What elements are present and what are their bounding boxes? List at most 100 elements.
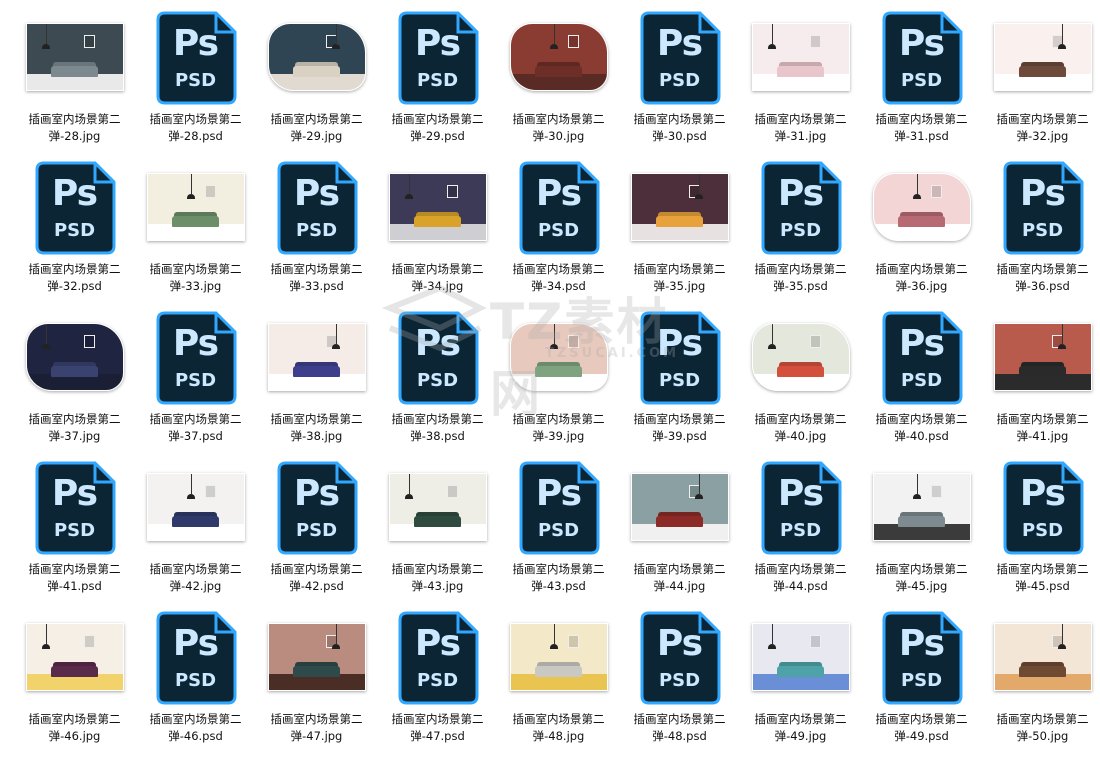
file-item[interactable]: 插画室内场景第二弹-30.jpg [498, 6, 619, 156]
file-item[interactable]: Ps PSD 插画室内场景第二弹-41.psd [14, 456, 135, 606]
file-thumbnail[interactable] [256, 306, 377, 408]
file-item[interactable]: Ps PSD 插画室内场景第二弹-35.psd [740, 156, 861, 306]
file-thumbnail[interactable] [861, 156, 982, 258]
file-item[interactable]: 插画室内场景第二弹-39.jpg [498, 306, 619, 456]
file-item[interactable]: Ps PSD 插画室内场景第二弹-37.psd [135, 306, 256, 456]
preview-lamp-cord [916, 474, 918, 494]
file-item[interactable]: 插画室内场景第二弹-50.jpg [982, 606, 1100, 756]
file-thumbnail[interactable]: Ps PSD [619, 606, 740, 708]
file-thumbnail[interactable]: Ps PSD [619, 306, 740, 408]
file-name: 插画室内场景第二弹-29.psd [391, 112, 484, 143]
file-thumbnail[interactable] [256, 606, 377, 708]
file-item[interactable]: Ps PSD 插画室内场景第二弹-31.psd [861, 6, 982, 156]
file-thumbnail[interactable]: Ps PSD [861, 606, 982, 708]
file-item[interactable]: Ps PSD 插画室内场景第二弹-49.psd [861, 606, 982, 756]
file-item[interactable]: 插画室内场景第二弹-42.jpg [135, 456, 256, 606]
file-thumbnail[interactable] [619, 456, 740, 558]
file-thumbnail[interactable] [135, 456, 256, 558]
file-item[interactable]: Ps PSD 插画室内场景第二弹-30.psd [619, 6, 740, 156]
file-item[interactable]: 插画室内场景第二弹-40.jpg [740, 306, 861, 456]
file-item[interactable]: 插画室内场景第二弹-36.jpg [861, 156, 982, 306]
file-thumbnail[interactable] [256, 6, 377, 108]
preview-lamp-cord [698, 474, 700, 494]
file-thumbnail[interactable] [740, 6, 861, 108]
file-thumbnail[interactable]: Ps PSD [498, 456, 619, 558]
file-thumbnail[interactable]: Ps PSD [982, 156, 1100, 258]
file-item[interactable]: Ps PSD 插画室内场景第二弹-29.psd [377, 6, 498, 156]
file-item[interactable]: Ps PSD 插画室内场景第二弹-34.psd [498, 156, 619, 306]
file-thumbnail[interactable]: Ps PSD [861, 306, 982, 408]
file-thumbnail[interactable]: Ps PSD [740, 156, 861, 258]
file-thumbnail[interactable]: Ps PSD [377, 306, 498, 408]
file-item[interactable]: 插画室内场景第二弹-29.jpg [256, 6, 377, 156]
jpg-preview-image [993, 23, 1092, 91]
jpg-preview-image [509, 23, 608, 91]
file-item[interactable]: Ps PSD 插画室内场景第二弹-32.psd [14, 156, 135, 306]
file-item[interactable]: 插画室内场景第二弹-32.jpg [982, 6, 1100, 156]
file-item[interactable]: Ps PSD 插画室内场景第二弹-47.psd [377, 606, 498, 756]
file-thumbnail[interactable]: Ps PSD [14, 456, 135, 558]
file-item[interactable]: 插画室内场景第二弹-46.jpg [14, 606, 135, 756]
file-item[interactable]: Ps PSD 插画室内场景第二弹-46.psd [135, 606, 256, 756]
file-item[interactable]: Ps PSD 插画室内场景第二弹-33.psd [256, 156, 377, 306]
file-thumbnail[interactable] [740, 306, 861, 408]
file-thumbnail[interactable] [498, 306, 619, 408]
file-item[interactable]: Ps PSD 插画室内场景第二弹-38.psd [377, 306, 498, 456]
file-item[interactable]: 插画室内场景第二弹-31.jpg [740, 6, 861, 156]
file-item[interactable]: 插画室内场景第二弹-49.jpg [740, 606, 861, 756]
file-thumbnail[interactable] [14, 306, 135, 408]
file-item[interactable]: 插画室内场景第二弹-37.jpg [14, 306, 135, 456]
file-thumbnail[interactable] [498, 606, 619, 708]
file-thumbnail[interactable]: Ps PSD [135, 306, 256, 408]
file-thumbnail[interactable]: Ps PSD [740, 456, 861, 558]
preview-lamp-cord [408, 174, 410, 194]
file-thumbnail[interactable]: Ps PSD [982, 456, 1100, 558]
file-thumbnail[interactable] [377, 456, 498, 558]
file-thumbnail[interactable]: Ps PSD [619, 6, 740, 108]
file-thumbnail[interactable]: Ps PSD [256, 456, 377, 558]
file-thumbnail[interactable] [982, 6, 1100, 108]
file-thumbnail[interactable]: Ps PSD [256, 156, 377, 258]
file-item[interactable]: 插画室内场景第二弹-44.jpg [619, 456, 740, 606]
file-item[interactable]: 插画室内场景第二弹-48.jpg [498, 606, 619, 756]
file-item[interactable]: 插画室内场景第二弹-33.jpg [135, 156, 256, 306]
file-thumbnail[interactable] [14, 6, 135, 108]
file-item[interactable]: Ps PSD 插画室内场景第二弹-39.psd [619, 306, 740, 456]
file-thumbnail[interactable]: Ps PSD [135, 6, 256, 108]
file-thumbnail[interactable] [377, 156, 498, 258]
file-thumbnail[interactable]: Ps PSD [861, 6, 982, 108]
file-thumbnail[interactable] [982, 606, 1100, 708]
file-item[interactable]: 插画室内场景第二弹-45.jpg [861, 456, 982, 606]
file-item[interactable]: 插画室内场景第二弹-41.jpg [982, 306, 1100, 456]
file-item[interactable]: 插画室内场景第二弹-43.jpg [377, 456, 498, 606]
preview-lamp-shade [404, 193, 413, 199]
file-item[interactable]: Ps PSD 插画室内场景第二弹-36.psd [982, 156, 1100, 306]
file-thumbnail[interactable] [498, 6, 619, 108]
file-item[interactable]: Ps PSD 插画室内场景第二弹-44.psd [740, 456, 861, 606]
file-item[interactable]: Ps PSD 插画室内场景第二弹-42.psd [256, 456, 377, 606]
file-thumbnail[interactable] [14, 606, 135, 708]
file-item[interactable]: 插画室内场景第二弹-28.jpg [14, 6, 135, 156]
file-thumbnail[interactable] [135, 156, 256, 258]
file-item[interactable]: Ps PSD 插画室内场景第二弹-43.psd [498, 456, 619, 606]
file-thumbnail[interactable]: Ps PSD [498, 156, 619, 258]
psd-file-icon: Ps PSD [396, 610, 480, 706]
file-thumbnail[interactable] [740, 606, 861, 708]
file-thumbnail[interactable] [861, 456, 982, 558]
file-item[interactable]: 插画室内场景第二弹-38.jpg [256, 306, 377, 456]
file-thumbnail[interactable]: Ps PSD [135, 606, 256, 708]
preview-sofa [172, 516, 219, 527]
file-item[interactable]: 插画室内场景第二弹-34.jpg [377, 156, 498, 306]
file-thumbnail[interactable]: Ps PSD [377, 606, 498, 708]
file-item[interactable]: 插画室内场景第二弹-35.jpg [619, 156, 740, 306]
file-thumbnail[interactable] [982, 306, 1100, 408]
file-thumbnail[interactable] [619, 156, 740, 258]
file-item[interactable]: Ps PSD 插画室内场景第二弹-45.psd [982, 456, 1100, 606]
file-item[interactable]: 插画室内场景第二弹-47.jpg [256, 606, 377, 756]
file-item[interactable]: Ps PSD 插画室内场景第二弹-28.psd [135, 6, 256, 156]
file-item[interactable]: Ps PSD 插画室内场景第二弹-48.psd [619, 606, 740, 756]
file-item[interactable]: Ps PSD 插画室内场景第二弹-40.psd [861, 306, 982, 456]
file-thumbnail[interactable]: Ps PSD [14, 156, 135, 258]
file-thumbnail[interactable]: Ps PSD [377, 6, 498, 108]
psd-label: PSD [416, 70, 459, 91]
